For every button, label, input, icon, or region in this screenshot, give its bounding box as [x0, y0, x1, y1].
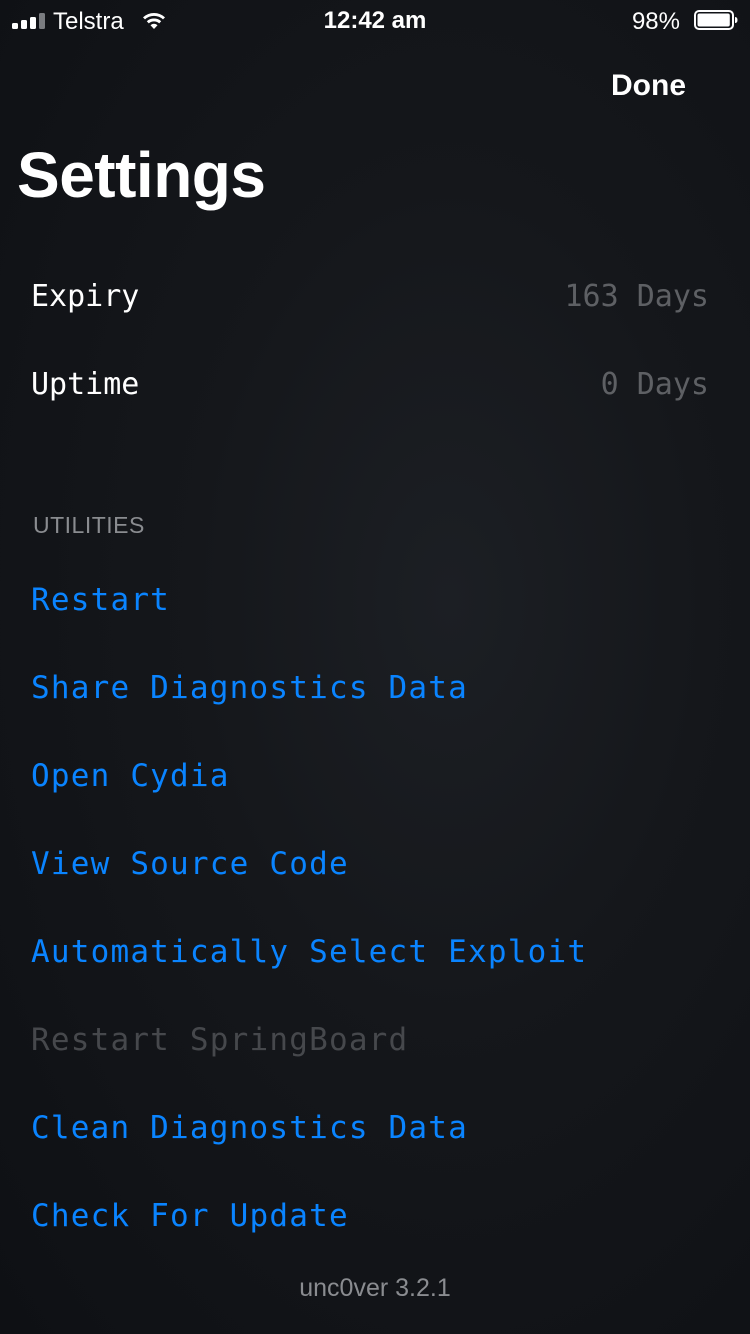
restart-button[interactable]: Restart: [31, 578, 170, 622]
uptime-value: 0 Days: [600, 367, 709, 402]
version-label: unc0ver 3.2.1: [299, 1274, 451, 1302]
share-diagnostics-data-button[interactable]: Share Diagnostics Data: [31, 666, 468, 710]
page-title: Settings: [17, 139, 266, 211]
uptime-label: Uptime: [31, 367, 140, 402]
view-source-code-button[interactable]: View Source Code: [31, 842, 349, 886]
clean-diagnostics-data-button[interactable]: Clean Diagnostics Data: [31, 1106, 468, 1150]
expiry-label: Expiry: [31, 279, 140, 314]
open-cydia-button[interactable]: Open Cydia: [31, 754, 230, 798]
battery-icon: [694, 10, 738, 30]
battery-percentage: 98%: [631, 8, 680, 35]
check-for-update-button[interactable]: Check For Update: [31, 1194, 349, 1238]
uptime-row: Uptime 0 Days: [31, 365, 709, 405]
expiry-value: 163 Days: [564, 279, 710, 314]
done-button[interactable]: Done: [611, 69, 686, 103]
utilities-section-header: UTILITIES: [33, 512, 145, 538]
expiry-row: Expiry 163 Days: [31, 277, 709, 317]
status-bar: Telstra 12:42 am 98%: [0, 0, 750, 40]
automatically-select-exploit-button[interactable]: Automatically Select Exploit: [31, 930, 587, 974]
restart-springboard-button: Restart SpringBoard: [31, 1022, 409, 1058]
